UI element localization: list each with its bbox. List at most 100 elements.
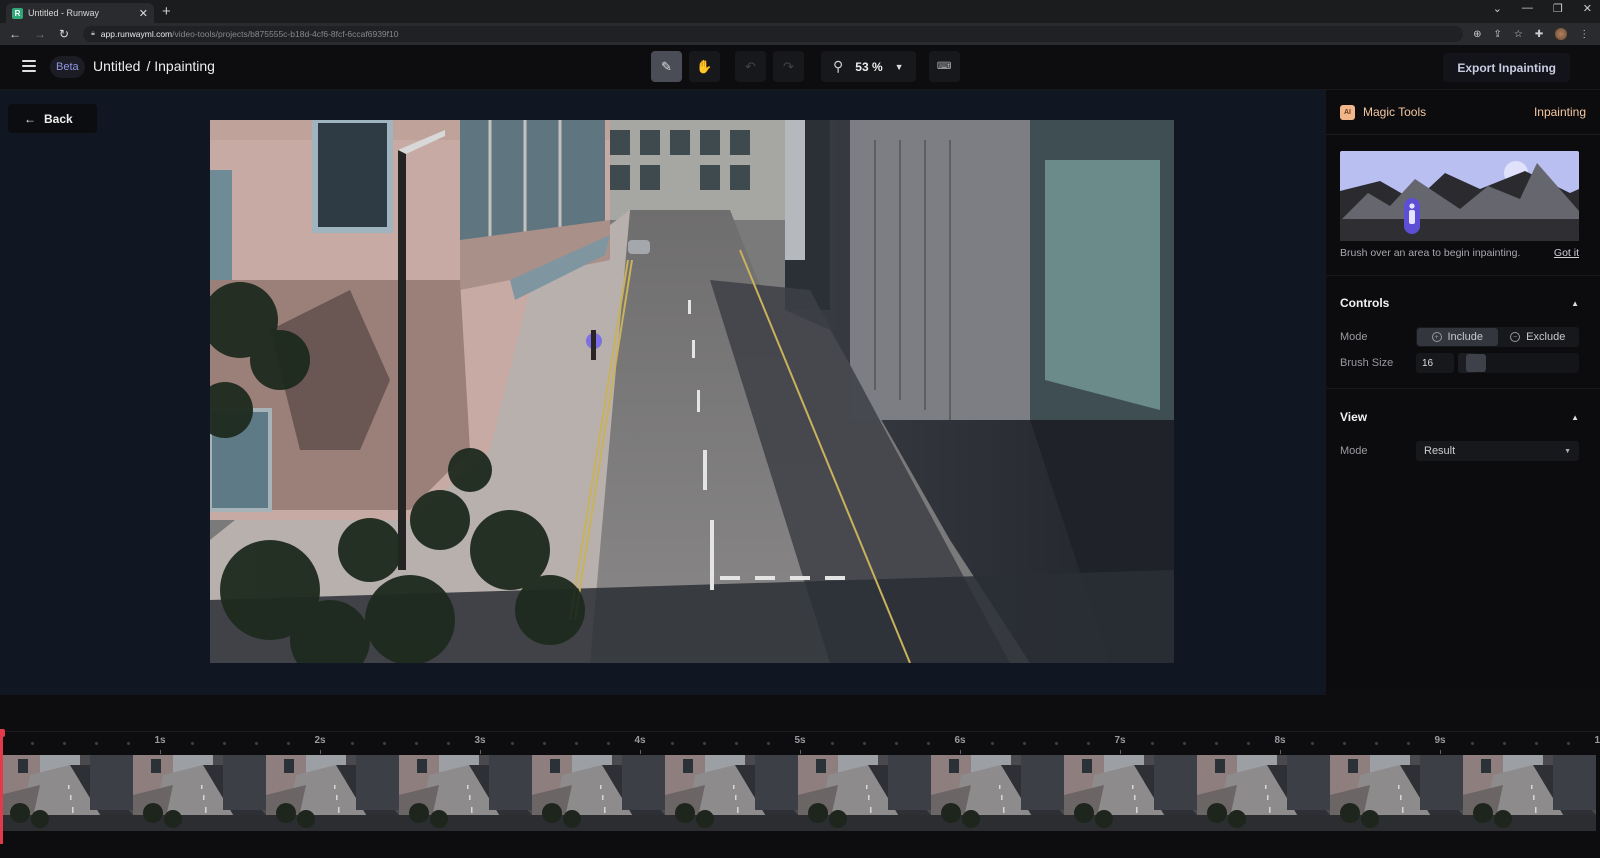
subtick-dot — [991, 742, 994, 745]
slider-handle[interactable] — [1465, 354, 1486, 372]
restore-icon[interactable]: ❐ — [1553, 2, 1563, 15]
more-icon[interactable]: ⋮ — [1579, 29, 1589, 40]
breadcrumb: Untitled / Inpainting — [93, 58, 221, 74]
subtick-dot — [1247, 742, 1250, 745]
extensions-icon[interactable]: ✚ — [1535, 29, 1543, 40]
subtick-dot — [863, 742, 866, 745]
arrow-left-icon: ← — [24, 111, 36, 126]
project-title[interactable]: Untitled — [93, 58, 140, 74]
subtick-dot — [127, 742, 130, 745]
subtick-dot — [735, 742, 738, 745]
subtick-dot — [895, 742, 898, 745]
magic-tools-title[interactable]: Magic Tools — [1363, 105, 1534, 119]
app-header: Beta Untitled / Inpainting ✎ ✋ ↶ ↷ ⚲ 53 %… — [0, 45, 1600, 90]
got-it-link[interactable]: Got it — [1554, 247, 1579, 259]
profile-avatar[interactable] — [1555, 28, 1568, 40]
subtick-dot — [447, 742, 450, 745]
subtick-dot — [1087, 742, 1090, 745]
back-arrow-icon[interactable]: ← — [9, 27, 21, 41]
frame-thumbnail — [798, 755, 931, 831]
export-inpainting-button[interactable]: Export Inpainting — [1443, 53, 1570, 82]
star-icon[interactable]: ☆ — [1514, 29, 1523, 40]
controls-section-header[interactable]: Controls ▲ — [1340, 296, 1579, 310]
include-option[interactable]: + Include — [1417, 328, 1498, 346]
frame-thumbnail — [0, 755, 133, 831]
subtick-dot — [511, 742, 514, 745]
close-window-icon[interactable]: ✕ — [1583, 2, 1592, 15]
inpainting-hint: Brush over an area to begin inpainting. … — [1340, 247, 1579, 259]
subtick-dot — [191, 742, 194, 745]
view-mode-label: Mode — [1340, 445, 1368, 457]
keyboard-icon: ⌨ — [936, 61, 952, 72]
view-mode-row: Mode Result ▼ — [1340, 441, 1579, 461]
subtick-dot — [1375, 742, 1378, 745]
subtick-dot — [607, 742, 610, 745]
share-icon[interactable]: ⇪ — [1493, 29, 1501, 40]
frame-thumbnail — [1463, 755, 1596, 831]
subtick-dot — [95, 742, 98, 745]
video-frame-canvas[interactable] — [210, 120, 1174, 663]
minus-circle-icon: − — [1510, 332, 1521, 342]
time-label: 1s — [154, 735, 166, 746]
exclude-option[interactable]: − Exclude — [1498, 328, 1579, 346]
hand-tool-button[interactable]: ✋ — [689, 51, 720, 82]
include-label: Include — [1447, 331, 1483, 343]
brush-size-label: Brush Size — [1340, 357, 1394, 369]
timeline[interactable]: 1s 2s 3s 4s 5s 6s 7s 8s 9s 10 — [0, 695, 1600, 858]
subtick-dot — [927, 742, 930, 745]
subtick-dot — [223, 742, 226, 745]
view-section-header[interactable]: View ▲ — [1340, 410, 1579, 424]
hint-text: Brush over an area to begin inpainting. — [1340, 247, 1521, 259]
inpainting-illustration — [1340, 151, 1579, 241]
search-icon: ⚲ — [833, 58, 844, 74]
reload-icon[interactable]: ↻ — [59, 27, 69, 41]
frame-thumbnail — [665, 755, 798, 831]
subtick-dot — [63, 742, 66, 745]
subtick-dot — [1471, 742, 1474, 745]
time-ruler[interactable]: 1s 2s 3s 4s 5s 6s 7s 8s 9s 10 — [0, 732, 1600, 754]
view-mode-value: Result — [1424, 445, 1456, 457]
address-bar-row: ← → ↻ 🔒︎ app.runwayml.com /video-tools/p… — [0, 23, 1600, 45]
subtick-dot — [1343, 742, 1346, 745]
time-tick — [800, 750, 801, 754]
undo-button[interactable]: ↶ — [735, 51, 766, 82]
zoom-control[interactable]: ⚲ 53 % ▼ — [821, 51, 916, 82]
keyboard-shortcuts-button[interactable]: ⌨ — [928, 51, 960, 82]
time-label: 9s — [1434, 735, 1446, 746]
playhead[interactable] — [0, 729, 5, 844]
tab-search-icon[interactable]: ⌄ — [1493, 2, 1502, 15]
brush-size-input[interactable]: 16 — [1416, 353, 1454, 373]
brush-size-row: Brush Size 16 — [1340, 353, 1579, 373]
subtick-dot — [1023, 742, 1026, 745]
url-field[interactable]: 🔒︎ app.runwayml.com /video-tools/project… — [83, 26, 1464, 42]
collapse-caret-icon[interactable]: ▲ — [1571, 413, 1579, 422]
controls-heading: Controls — [1340, 296, 1390, 310]
view-mode-select[interactable]: Result ▼ — [1416, 441, 1579, 461]
subtick-dot — [31, 742, 34, 745]
frame-thumbnail — [133, 755, 266, 831]
subtick-dot — [1535, 742, 1538, 745]
close-tab-icon[interactable]: ✕ — [139, 7, 148, 20]
minimize-icon[interactable]: — — [1522, 2, 1533, 15]
browser-tab[interactable]: R Untitled - Runway ✕ — [6, 3, 154, 23]
view-heading: View — [1340, 410, 1368, 424]
menu-icon[interactable] — [22, 60, 36, 72]
time-tick — [960, 750, 961, 754]
redo-button[interactable]: ↷ — [773, 51, 804, 82]
frame-thumbnail — [399, 755, 532, 831]
frame-strip[interactable] — [0, 755, 1600, 831]
time-tick — [160, 750, 161, 754]
forward-arrow-icon[interactable]: → — [34, 27, 46, 41]
back-button[interactable]: ← Back — [8, 104, 97, 133]
new-tab-icon[interactable]: + — [162, 3, 171, 20]
divider — [1326, 388, 1600, 389]
brush-tool-button[interactable]: ✎ — [651, 51, 682, 82]
chevron-down-icon: ▼ — [1564, 447, 1571, 455]
browser-tab-bar: R Untitled - Runway ✕ + ⌄ — ❐ ✕ — [0, 0, 1600, 23]
collapse-caret-icon[interactable]: ▲ — [1571, 299, 1579, 308]
url-path: /video-tools/projects/b875555c-b18d-4cf6… — [172, 29, 399, 39]
brush-size-slider[interactable] — [1458, 353, 1579, 373]
zoom-icon[interactable]: ⊕ — [1473, 29, 1481, 40]
current-tool-label: Inpainting — [1533, 105, 1586, 119]
time-label: 2s — [314, 735, 326, 746]
